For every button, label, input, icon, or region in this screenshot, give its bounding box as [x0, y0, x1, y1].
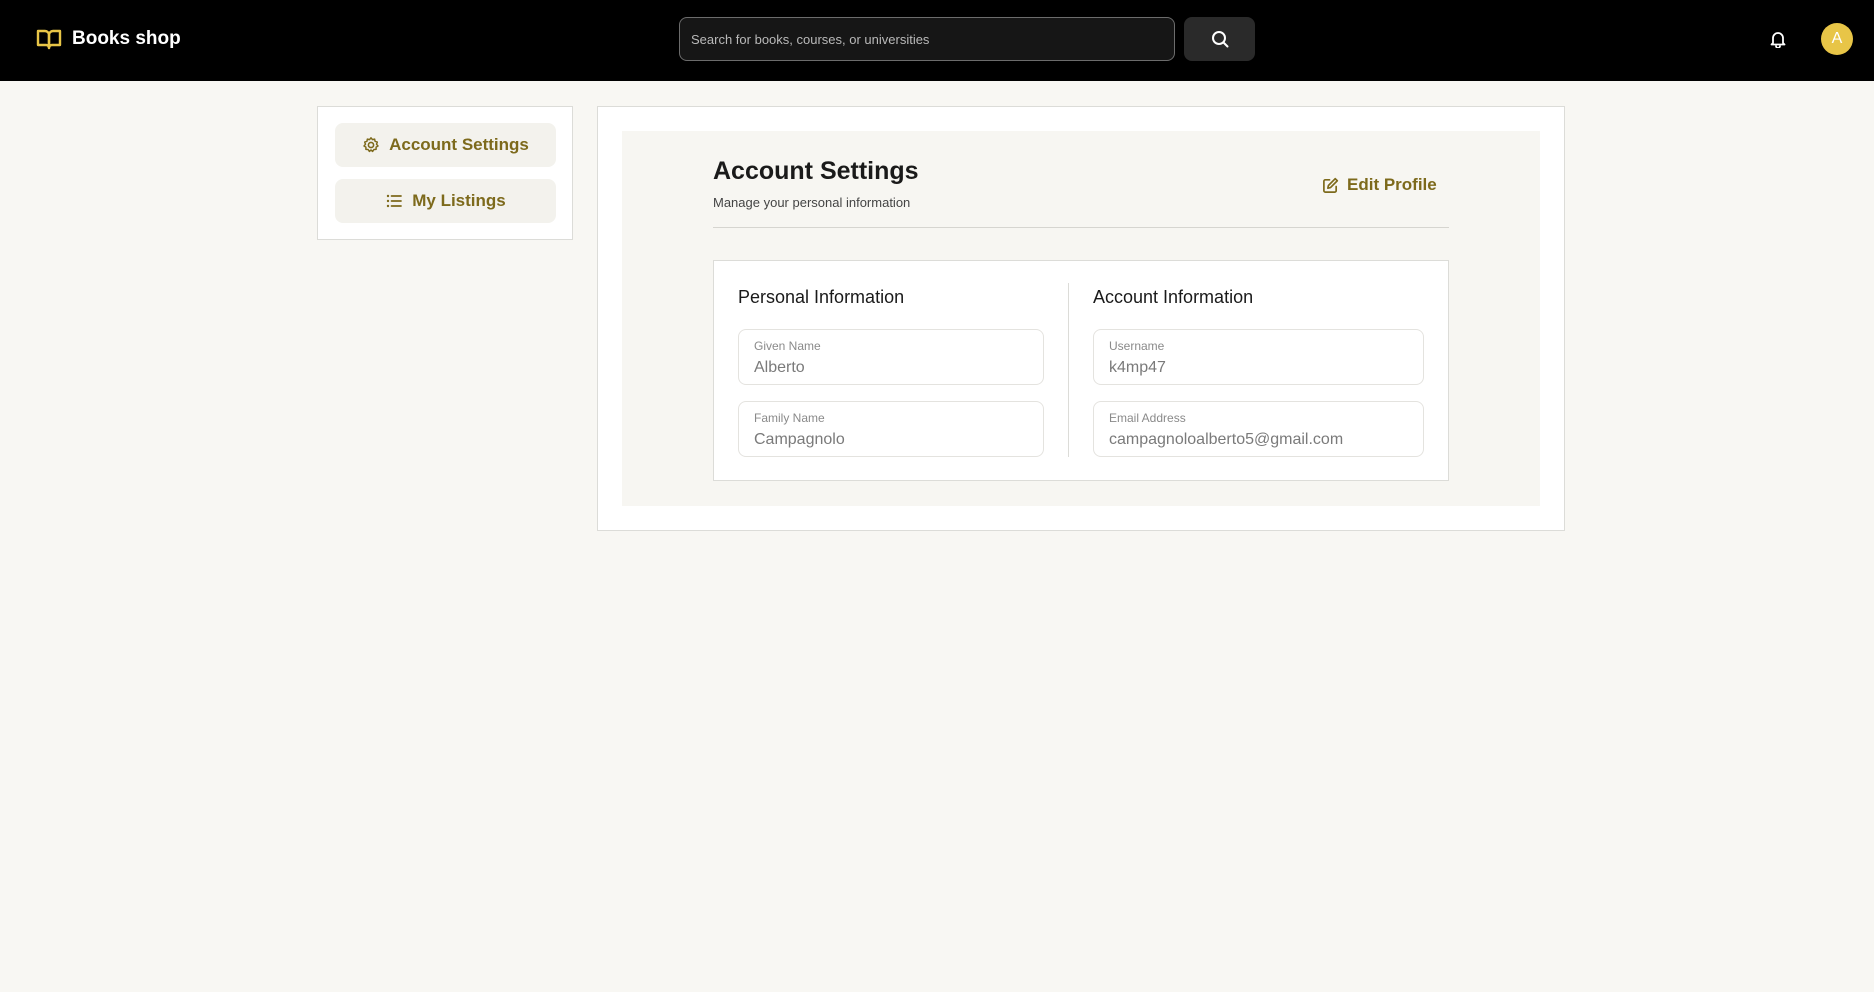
- edit-icon: [1323, 177, 1339, 193]
- email-value: campagnoloalberto5@gmail.com: [1109, 431, 1344, 448]
- search-input[interactable]: [679, 17, 1175, 61]
- bell-icon: [1770, 32, 1786, 48]
- notifications-button[interactable]: [1767, 28, 1789, 50]
- sidebar-item-account-settings[interactable]: Account Settings: [335, 123, 556, 167]
- username-label: Username: [1109, 339, 1165, 353]
- account-information-heading: Account Information: [1093, 287, 1254, 307]
- email-field: Email Address campagnoloalberto5@gmail.c…: [1093, 401, 1424, 457]
- account-settings-panel: Account Settings Manage your personal in…: [622, 131, 1540, 506]
- top-navbar: Books shop A: [0, 0, 1874, 81]
- given-name-label: Given Name: [754, 339, 821, 353]
- brand-logo-link[interactable]: Books shop: [36, 26, 181, 52]
- brand-name: Books shop: [72, 28, 181, 49]
- avatar-initial: A: [1831, 30, 1843, 47]
- edit-profile-button[interactable]: Edit Profile: [1322, 173, 1437, 197]
- sidebar-item-label: Account Settings: [389, 135, 529, 154]
- gear-icon: [363, 137, 379, 153]
- sidebar: Account Settings My Listings: [317, 106, 573, 240]
- search-button[interactable]: [1184, 17, 1255, 61]
- avatar[interactable]: A: [1821, 23, 1853, 55]
- list-icon: [387, 194, 403, 208]
- search-icon: [1211, 31, 1228, 48]
- personal-information-heading: Personal Information: [738, 287, 905, 307]
- book-open-icon: [36, 29, 62, 50]
- column-divider: [1068, 283, 1069, 457]
- username-field: Username k4mp47: [1093, 329, 1424, 385]
- given-name-value: Alberto: [754, 359, 805, 376]
- family-name-field: Family Name Campagnolo: [738, 401, 1044, 457]
- account-settings-card: Account Settings Manage your personal in…: [597, 106, 1565, 531]
- header-divider: [713, 227, 1449, 228]
- family-name-value: Campagnolo: [754, 431, 845, 448]
- sidebar-item-my-listings[interactable]: My Listings: [335, 179, 556, 223]
- page-title: Account Settings: [713, 157, 919, 185]
- username-value: k4mp47: [1109, 359, 1166, 376]
- profile-info-box: Personal Information Given Name Alberto …: [713, 260, 1449, 481]
- sidebar-item-label: My Listings: [412, 191, 506, 210]
- edit-profile-label: Edit Profile: [1347, 175, 1437, 194]
- given-name-field: Given Name Alberto: [738, 329, 1044, 385]
- page-subtitle: Manage your personal information: [713, 195, 911, 210]
- family-name-label: Family Name: [754, 411, 825, 425]
- email-label: Email Address: [1109, 411, 1186, 425]
